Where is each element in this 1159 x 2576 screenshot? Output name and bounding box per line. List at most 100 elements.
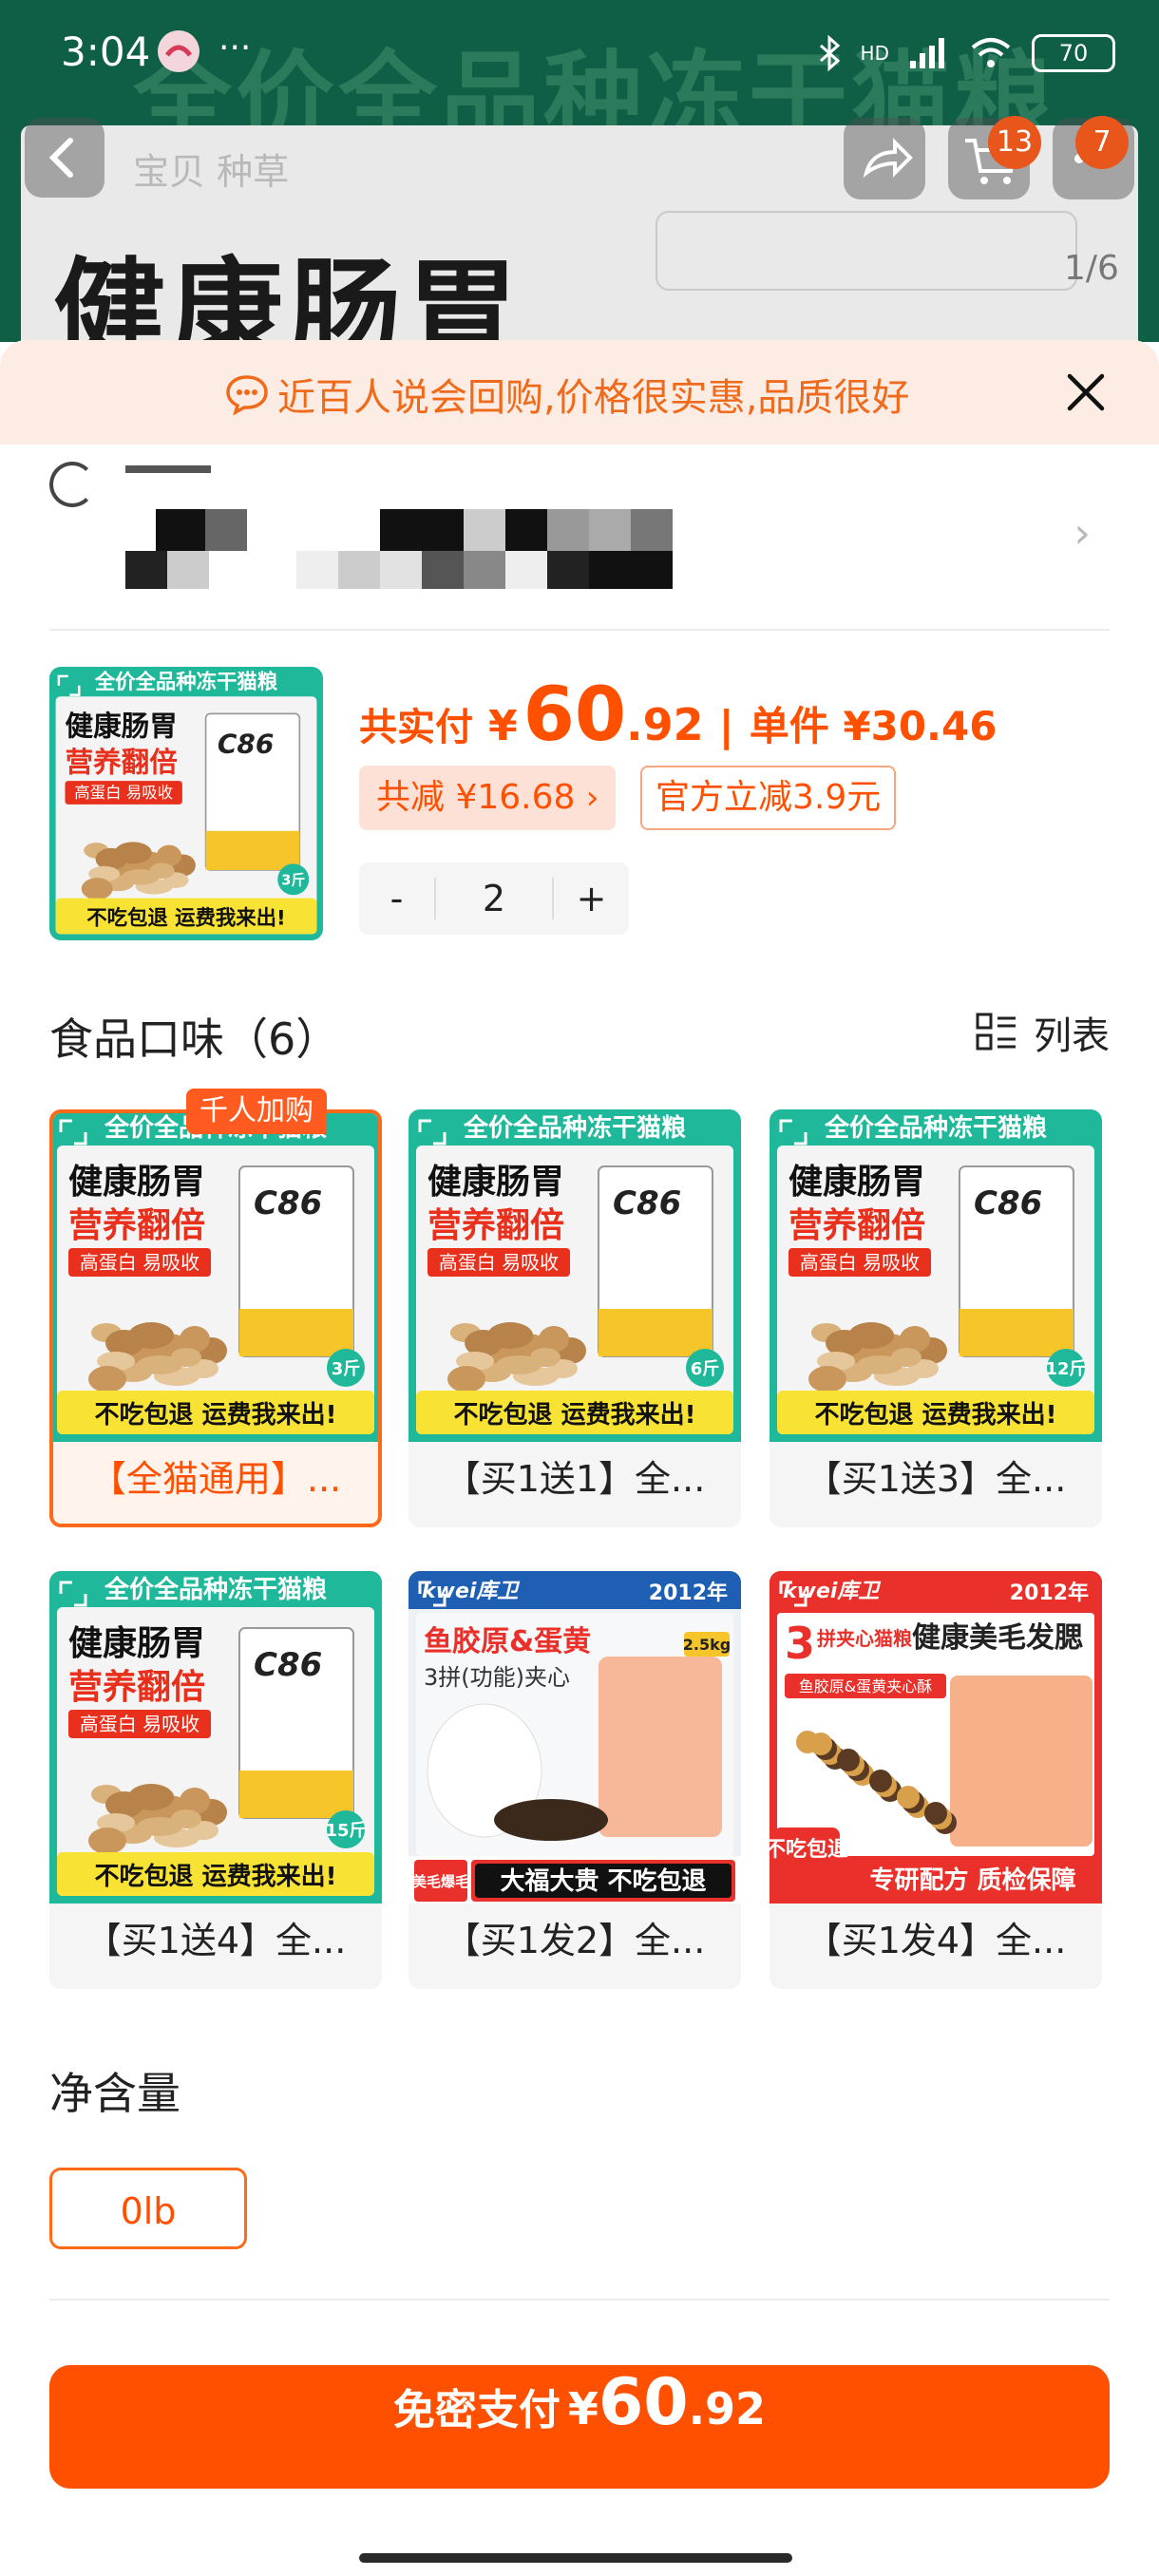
flavor-option[interactable]: 全价全品种冻干猫粮 健康肠胃 营养翻倍 高蛋白 易吸收 C86 不吃包退 运费我来出! 15… [49, 1571, 382, 1989]
background-tabs: 宝贝 种草 [133, 151, 290, 193]
address-redacted [464, 509, 505, 551]
list-view-icon [976, 1013, 1016, 1051]
list-view-toggle[interactable]: 列表 [975, 1005, 1110, 1060]
address-redacted [464, 551, 505, 589]
address-redacted [156, 509, 205, 551]
art-weight: 15斤 [325, 1821, 366, 1841]
quantity-stepper: - 2 + [359, 862, 629, 935]
back-button[interactable] [25, 118, 104, 198]
discount-detail-tag[interactable]: 共减 ¥16.68 › [359, 766, 617, 830]
art-chip: 高蛋白 易吸收 [800, 1251, 920, 1274]
art-brand: kwei库卫 [783, 1580, 881, 1603]
kibble-shape [869, 1770, 892, 1792]
share-button[interactable] [844, 118, 925, 199]
product-thumbnail-image: 全价全品种冻干猫粮健康肠胃营养翻倍高蛋白 易吸收 C86 不吃包退 运费我来出! 3斤 [49, 667, 323, 940]
home-indicator [359, 2553, 792, 2563]
kibble-shape [114, 842, 152, 864]
kibble-shape [891, 1348, 922, 1367]
kibble-shape [88, 1366, 126, 1392]
increase-quantity-button[interactable]: + [554, 878, 629, 919]
decrease-quantity-button[interactable]: - [359, 878, 434, 919]
art-bottom: 不吃包退 运费我来出! [454, 1400, 696, 1430]
address-redacted [547, 509, 589, 551]
app-notification-icon [158, 30, 200, 72]
sku-selector-sheet: 近百人说会回购,价格很实惠,品质很好 › 全价全品种冻干猫粮 健康肠胃 营养翻倍 高蛋… [0, 340, 1159, 2576]
flavor-option[interactable]: 全价全品种冻干猫粮 健康肠胃 营养翻倍 高蛋白 易吸收 C86 不吃包退 运费我来出! 12… [770, 1109, 1102, 1527]
art-weight: 12斤 [1045, 1359, 1086, 1379]
address-redacted [589, 509, 631, 551]
total-price-decimal: .92 [626, 699, 704, 750]
art-title: 健康美毛发腮 [912, 1621, 1083, 1655]
background-logo [656, 211, 1077, 291]
art-subtitle: 营养翻倍 [788, 1205, 925, 1245]
art-bottom: 不吃包退 运费我来出! [95, 1400, 337, 1430]
address-redacted [380, 551, 422, 589]
quantity-value[interactable]: 2 [433, 878, 555, 919]
art-brand: C86 [613, 1184, 681, 1222]
art-banner: 全价全品种冻干猫粮 [824, 1113, 1047, 1143]
image-counter: 1/6 [1064, 249, 1119, 288]
address-redacted [422, 551, 464, 589]
address-redacted [205, 509, 247, 551]
password-free-pay-button[interactable]: 免密支付 ¥ 60 .92 [49, 2365, 1110, 2489]
net-content-option[interactable]: 0lb [49, 2168, 247, 2249]
clock: 3:04 [61, 28, 151, 75]
divider [49, 629, 1110, 631]
bluetooth-icon [819, 34, 840, 72]
flavor-option-image: kwei库卫 2012年鱼胶原&蛋黄 3拼(功能)夹心 2.5kg 美毛爆毛 大福大贵 不… [408, 1571, 741, 1904]
close-icon[interactable] [1062, 369, 1110, 416]
list-view-label: 列表 [1034, 1014, 1110, 1058]
total-label: 共实付 [359, 706, 473, 749]
flavor-option[interactable]: kwei库卫 2012年 3 拼夹心猫粮 健康美毛发腮 鱼胶原&蛋黄夹心酥 不吃包退 专研配方… [770, 1571, 1102, 1989]
art-chip: 高蛋白 易吸收 [74, 784, 173, 802]
art-chip: 高蛋白 易吸收 [80, 1713, 200, 1735]
art-bottom: 不吃包退 运费我来出! [815, 1400, 1057, 1430]
art-tag: 美毛爆毛 [412, 1873, 469, 1890]
pay-amount-integer: 60 [598, 2365, 689, 2440]
art-shape [950, 1676, 1092, 1847]
art-shape [239, 1309, 353, 1356]
battery-indicator: 70 [1032, 34, 1115, 72]
art-subtitle: 营养翻倍 [68, 1667, 205, 1707]
total-price-integer: 60 [522, 672, 627, 758]
shipping-address-row[interactable]: › [49, 454, 1110, 589]
pay-currency: ¥ [567, 2383, 598, 2434]
bag-shape [598, 1657, 722, 1837]
art-brand: C86 [254, 1184, 322, 1222]
flavor-option-label: 【全猫通用】... [89, 1458, 342, 1500]
art-subtitle: 营养翻倍 [68, 1205, 205, 1245]
notice-text: 近百人说会回购,价格很实惠,品质很好 [277, 376, 910, 420]
art-year: 2012年 [1010, 1581, 1089, 1605]
kibble-shape [809, 1733, 832, 1755]
flavor-option-label: 【买1发2】全... [444, 1920, 706, 1961]
chevron-right-icon: › [1074, 509, 1091, 558]
art-weight: 2.5kg [683, 1636, 731, 1654]
product-thumbnail[interactable]: 全价全品种冻干猫粮 健康肠胃 营养翻倍 高蛋白 易吸收 C86 不吃包退 运费我来出! 3斤 [49, 667, 323, 940]
back-arrow-icon [48, 138, 73, 178]
kibble-shape [530, 1348, 560, 1367]
art-title: 健康肠胃 [68, 1162, 205, 1202]
address-redacted [547, 551, 589, 589]
flavor-option[interactable]: 全价全品种冻干猫粮 健康肠胃 营养翻倍 高蛋白 易吸收 C86 不吃包退 运费我来出! 6斤… [408, 1109, 741, 1527]
repurchase-notice-bar: 近百人说会回购,价格很实惠,品质很好 [0, 340, 1159, 445]
signal-icon [910, 38, 944, 68]
address-redacted [505, 551, 547, 589]
network-type: HD [860, 42, 889, 65]
kibble-shape [88, 1828, 126, 1854]
official-discount-tag: 官方立减3.9元 [640, 766, 897, 830]
more-notifications: ··· [218, 28, 252, 67]
address-redacted [125, 465, 211, 473]
flavor-option[interactable]: kwei库卫 2012年 鱼胶原&蛋黄 3拼(功能)夹心 2.5kg 美毛爆毛 大福大贵 不… [408, 1571, 741, 1989]
art-title: 健康肠胃 [788, 1162, 925, 1202]
art-bottom: 专研配方 质检保障 [869, 1866, 1075, 1895]
art-subtitle: 拼夹心猫粮 [817, 1627, 912, 1650]
kibble-shape [897, 1786, 920, 1809]
flavor-option[interactable]: 全价全品种冻干猫粮健康肠胃营养翻倍高蛋白 易吸收C86不吃包退 运费我来出!3斤… [49, 1109, 382, 1527]
art-brand: C86 [254, 1646, 322, 1684]
art-weight: 3斤 [281, 873, 305, 889]
art-banner: 全价全品种冻干猫粮 [463, 1113, 686, 1143]
art-tag: 不吃包退 [770, 1837, 848, 1862]
art-title: 健康肠胃 [65, 710, 177, 742]
hot-badge: 千人加购 [186, 1089, 327, 1134]
flavor-option-image: 全价全品种冻干猫粮健康肠胃营养翻倍高蛋白 易吸收C86不吃包退 运费我来出!3斤 [53, 1113, 378, 1442]
